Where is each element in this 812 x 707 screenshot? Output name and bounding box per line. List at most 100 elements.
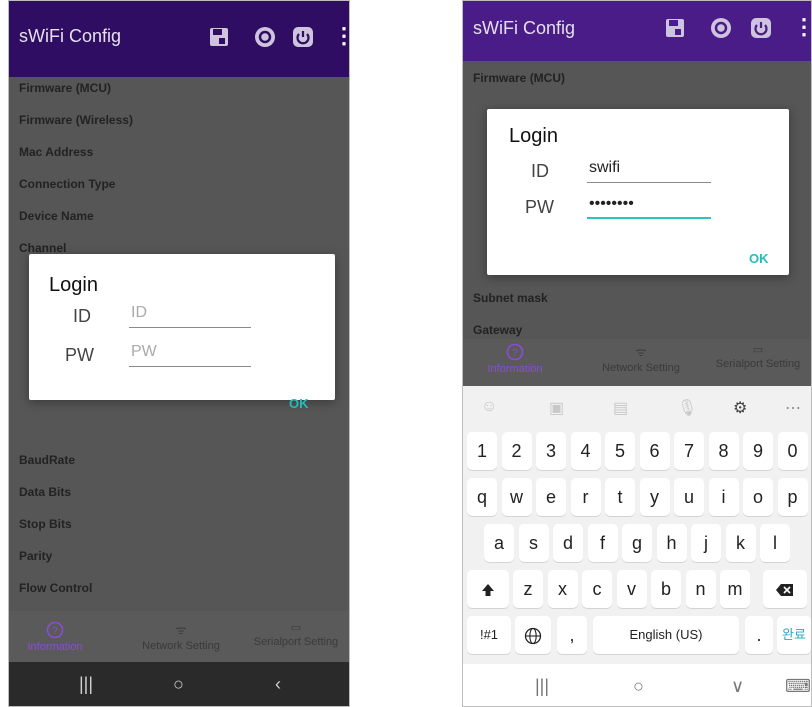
key-3[interactable]: 3 [536, 432, 566, 470]
shift-key[interactable] [467, 570, 509, 608]
key-6[interactable]: 6 [639, 432, 670, 470]
recent-apps-button[interactable]: ||| [535, 676, 549, 697]
key-e[interactable]: e [536, 478, 566, 516]
right-phone-screen: sWiFi Config ⋮ Firmware (MCU) Subnet mas… [462, 0, 812, 707]
shift-icon [482, 584, 494, 597]
list-item: BaudRate [19, 453, 76, 467]
hide-keyboard-button[interactable]: ∨ [731, 676, 744, 697]
tab-network-setting[interactable]: ᯤ Network Setting [591, 343, 691, 374]
more-vert-icon[interactable]: ⋮ [793, 14, 811, 40]
home-button[interactable]: ○ [173, 674, 184, 695]
tab-network-setting[interactable]: ᯤ Network Setting [131, 621, 231, 652]
ok-button[interactable]: OK [289, 396, 309, 411]
id-input[interactable]: swifi [587, 159, 711, 183]
key-z[interactable]: z [513, 570, 543, 608]
id-input[interactable]: ID [129, 304, 251, 328]
back-button[interactable]: ‹ [275, 674, 281, 695]
keyboard-toolbar: ☺ ▣ ▤ 🎙 ⚙ ⋯ [463, 386, 811, 428]
key-k[interactable]: k [725, 524, 756, 562]
refresh-icon[interactable] [253, 25, 277, 49]
recent-apps-button[interactable]: ||| [79, 674, 93, 695]
key-i[interactable]: i [708, 478, 739, 516]
system-navigation-bar: ||| ○ ‹ [9, 662, 349, 706]
wifi-icon: ᯤ [175, 623, 187, 637]
key-f[interactable]: f [587, 524, 618, 562]
id-label: ID [531, 161, 549, 181]
settings-gear-icon[interactable]: ⚙ [733, 398, 747, 418]
tab-label: Network Setting [602, 362, 680, 374]
space-bar[interactable]: English (US) [593, 616, 739, 654]
key-p[interactable]: p [777, 478, 808, 516]
pw-input[interactable]: •••••••• [587, 195, 711, 219]
key-a[interactable]: a [484, 524, 514, 562]
app-title: sWiFi Config [473, 18, 576, 38]
tab-information[interactable]: ? Information [475, 343, 555, 375]
keyboard-switch-icon[interactable]: ⌨ [785, 676, 811, 697]
list-item: Channel [19, 241, 67, 255]
key-d[interactable]: d [553, 524, 583, 562]
pw-input[interactable]: PW [129, 343, 251, 367]
key-y[interactable]: y [639, 478, 670, 516]
key-t[interactable]: t [605, 478, 635, 516]
key-n[interactable]: n [685, 570, 716, 608]
key-v[interactable]: v [616, 570, 647, 608]
pw-label: PW [525, 197, 554, 217]
save-icon[interactable] [207, 25, 231, 49]
tab-serialport-setting[interactable]: ▭ Serialport Setting [241, 621, 349, 648]
save-icon[interactable] [663, 16, 687, 40]
key-1[interactable]: 1 [467, 432, 497, 470]
more-vert-icon[interactable]: ⋮ [333, 23, 349, 49]
key-4[interactable]: 4 [570, 432, 601, 470]
svg-text:?: ? [512, 348, 518, 359]
key-x[interactable]: x [547, 570, 578, 608]
key-w[interactable]: w [501, 478, 532, 516]
login-dialog: Login ID ID PW PW OK [29, 254, 335, 411]
ok-button[interactable]: OK [749, 251, 769, 266]
left-phone-screen: sWiFi Config ⋮ Firmware (MCU) Firmware (… [8, 0, 350, 707]
list-item: Mac Address [19, 145, 94, 159]
key-l[interactable]: l [760, 524, 790, 562]
period-key[interactable]: . [745, 616, 773, 654]
key-u[interactable]: u [674, 478, 704, 516]
tab-serialport-setting[interactable]: ▭ Serialport Setting [703, 343, 811, 370]
key-r[interactable]: r [570, 478, 601, 516]
tab-information[interactable]: ? Information [15, 621, 95, 653]
done-key[interactable]: 완료 [777, 616, 811, 654]
key-2[interactable]: 2 [501, 432, 532, 470]
key-m[interactable]: m [720, 570, 750, 608]
list-item: Stop Bits [19, 517, 72, 531]
key-o[interactable]: o [743, 478, 773, 516]
sticker-icon[interactable]: ▣ [549, 398, 564, 418]
key-q[interactable]: q [467, 478, 497, 516]
refresh-icon[interactable] [709, 16, 733, 40]
emoji-icon[interactable]: ☺ [481, 398, 497, 416]
key-s[interactable]: s [518, 524, 549, 562]
key-g[interactable]: g [622, 524, 652, 562]
power-icon[interactable] [749, 16, 773, 40]
app-title: sWiFi Config [19, 26, 122, 46]
key-h[interactable]: h [656, 524, 687, 562]
key-0[interactable]: 0 [777, 432, 808, 470]
key-c[interactable]: c [582, 570, 612, 608]
key-5[interactable]: 5 [605, 432, 635, 470]
list-item: Gateway [473, 323, 523, 337]
key-j[interactable]: j [691, 524, 721, 562]
key-b[interactable]: b [651, 570, 681, 608]
tab-label: Network Setting [142, 640, 220, 652]
key-8[interactable]: 8 [708, 432, 739, 470]
backspace-key[interactable] [763, 570, 807, 608]
key-7[interactable]: 7 [674, 432, 704, 470]
backspace-icon [776, 584, 793, 597]
comma-key[interactable]: , [557, 616, 587, 654]
keyboard-mode-icon[interactable]: ▤ [613, 398, 628, 418]
key-9[interactable]: 9 [743, 432, 773, 470]
microphone-icon[interactable]: 🎙 [677, 398, 697, 418]
power-icon[interactable] [291, 25, 315, 49]
more-horizontal-icon[interactable]: ⋯ [785, 398, 801, 418]
list-item: Flow Control [19, 581, 93, 595]
serial-port-icon: ▭ [752, 344, 764, 356]
home-button[interactable]: ○ [633, 676, 644, 697]
symbols-key[interactable]: !#1 [467, 616, 511, 654]
svg-text:?: ? [52, 626, 58, 637]
language-key[interactable] [515, 616, 551, 654]
